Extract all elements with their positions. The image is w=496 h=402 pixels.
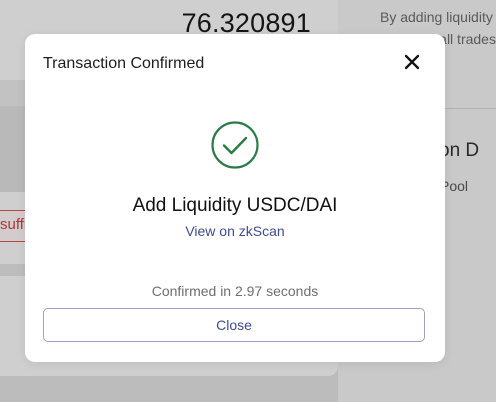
info-line: By adding liquidity	[380, 9, 493, 25]
transaction-title: Add Liquidity USDC/DAI	[132, 195, 338, 216]
checkmark-circle-icon	[210, 120, 260, 170]
close-icon[interactable]	[403, 53, 421, 71]
confirmation-time: Confirmed in 2.97 seconds	[151, 283, 319, 299]
close-button[interactable]: Close	[43, 308, 425, 342]
insufficient-balance-label: suffi	[0, 216, 28, 233]
modal-title: Transaction Confirmed	[43, 55, 205, 72]
transaction-confirmed-modal: Transaction Confirmed Add Liquidity USDC…	[25, 34, 445, 362]
view-on-zkscan-link[interactable]: View on zkScan	[25, 223, 445, 239]
